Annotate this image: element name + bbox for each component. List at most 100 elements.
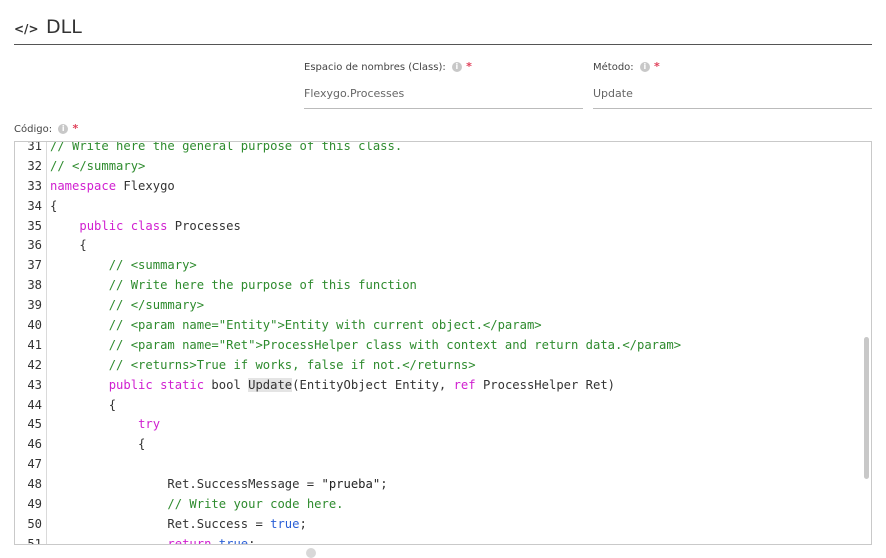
code-text: { — [50, 435, 145, 455]
method-input[interactable]: Update — [593, 87, 633, 100]
method-underline — [593, 108, 872, 109]
line-number: 48 — [27, 477, 42, 492]
code-line[interactable]: 48 Ret.SuccessMessage = "prueba"; — [15, 475, 871, 495]
info-icon[interactable]: i — [451, 62, 462, 72]
namespace-underline — [304, 108, 583, 109]
code-token: // Write here the general purpose of thi… — [50, 141, 403, 153]
namespace-label: Espacio de nombres (Class): — [304, 62, 446, 73]
section-header: </> DLL — [14, 14, 872, 45]
required-marker: * — [466, 60, 472, 73]
code-line[interactable]: 32 // </summary> — [15, 157, 871, 177]
info-icon[interactable]: i — [639, 62, 650, 72]
code-line[interactable]: 33 namespace Flexygo — [15, 177, 871, 197]
code-token: public static — [108, 377, 205, 392]
method-label-group: Método: i * — [593, 60, 660, 73]
code-line[interactable]: 42 // <returns>True if works, false if n… — [15, 356, 871, 376]
code-label-group: Código: i * — [14, 122, 78, 135]
code-token: public class — [79, 218, 168, 233]
code-line[interactable]: 41 // <param name="Ret">ProcessHelper cl… — [15, 336, 871, 356]
code-line[interactable]: 46 { — [15, 435, 871, 455]
code-text: // Write here the purpose of this functi… — [50, 276, 417, 296]
code-token: { — [50, 437, 146, 452]
code-text: public class Processes — [50, 217, 241, 237]
line-number: 31 — [27, 141, 42, 153]
code-line[interactable]: 44 { — [15, 396, 871, 416]
code-line[interactable]: 34 { — [15, 197, 871, 217]
line-number: 45 — [27, 417, 42, 432]
code-text: // </summary> — [50, 296, 204, 316]
code-line[interactable]: 45 try — [15, 415, 871, 435]
line-number: 47 — [27, 457, 42, 472]
code-line[interactable]: 35 public class Processes — [15, 217, 871, 237]
code-token: Ret.SuccessMessage = — [50, 477, 322, 492]
code-text: { — [50, 236, 87, 256]
code-line[interactable]: 50 Ret.Success = true; — [15, 515, 871, 535]
code-token: (EntityObject Entity, — [292, 377, 454, 392]
code-token: // </summary> — [108, 298, 205, 313]
code-line[interactable]: 51 return true; — [15, 535, 871, 545]
required-marker: * — [654, 60, 660, 73]
code-token: { — [50, 238, 87, 253]
code-line[interactable]: 38 // Write here the purpose of this fun… — [15, 276, 871, 296]
code-token: ref — [453, 377, 476, 392]
line-number: 38 — [27, 278, 42, 293]
code-line[interactable]: 37 // <summary> — [15, 256, 871, 276]
vertical-scrollbar[interactable] — [864, 337, 869, 479]
code-line[interactable]: 40 // <param name="Entity">Entity with c… — [15, 316, 871, 336]
line-number: 35 — [27, 218, 42, 233]
line-number: 51 — [27, 536, 42, 545]
code-token: ProcessHelper Ret) — [475, 377, 616, 392]
code-text: namespace Flexygo — [50, 177, 175, 197]
code-line[interactable]: 36 { — [15, 236, 871, 256]
code-lines[interactable]: 31 // Write here the general purpose of t… — [15, 141, 871, 545]
code-line[interactable]: 43 public static bool Update(EntityObjec… — [15, 376, 871, 396]
code-text: // <param name="Entity">Entity with curr… — [50, 316, 542, 336]
section-title: DLL — [46, 16, 82, 38]
code-line[interactable]: 31 // Write here the general purpose of t… — [15, 141, 871, 157]
line-number: 32 — [27, 158, 42, 173]
code-text: // </summary> — [50, 157, 145, 177]
code-token: { — [50, 397, 117, 412]
namespace-label-group: Espacio de nombres (Class): i * — [304, 60, 472, 73]
code-token: Ret.Success = — [50, 516, 271, 531]
code-token: Flexygo — [116, 178, 175, 193]
code-token: true — [270, 516, 300, 531]
info-icon[interactable]: i — [58, 124, 69, 134]
line-number: 34 — [27, 198, 42, 213]
code-token: // Write your code here. — [167, 497, 344, 512]
line-number: 41 — [27, 337, 42, 352]
line-number: 40 — [27, 318, 42, 333]
code-token: "prueba" — [321, 477, 381, 492]
code-line[interactable]: 39 // </summary> — [15, 296, 871, 316]
code-token: // Write here the purpose of this functi… — [108, 278, 417, 293]
code-line[interactable]: 47 — [15, 455, 871, 475]
code-token: Processes — [167, 218, 241, 233]
line-number: 39 — [27, 298, 42, 313]
info-icon[interactable] — [306, 548, 316, 558]
code-token: ; — [380, 477, 388, 492]
code-editor[interactable]: 31 // Write here the general purpose of t… — [14, 141, 872, 545]
line-number: 42 — [27, 357, 42, 372]
code-line[interactable]: 49 // Write your code here. — [15, 495, 871, 515]
code-text: public static bool Update(EntityObject E… — [50, 376, 615, 396]
code-token: Update — [248, 377, 293, 392]
code-token: true — [218, 536, 249, 545]
code-text: Ret.Success = true; — [50, 515, 307, 535]
namespace-input[interactable]: Flexygo.Processes — [304, 87, 404, 100]
line-number: 49 — [27, 497, 42, 512]
line-number: 50 — [27, 516, 42, 531]
code-text: return true; — [50, 535, 255, 545]
code-text: // Write here the general purpose of thi… — [50, 141, 403, 157]
code-token: ; — [299, 516, 307, 531]
